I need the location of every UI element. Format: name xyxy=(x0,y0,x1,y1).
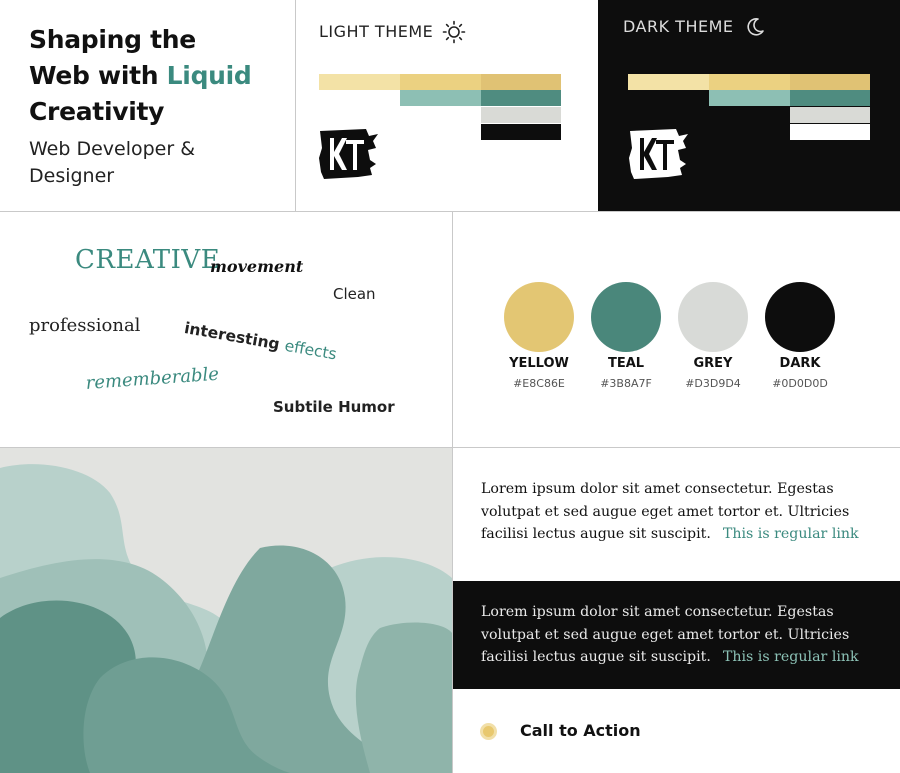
light-theme-label: LIGHT THEME xyxy=(319,22,434,41)
title-line-2-prefix: Web with xyxy=(29,61,167,90)
color-name: TEAL xyxy=(607,356,645,371)
regular-link[interactable]: This is regular link xyxy=(723,649,859,665)
keywords-panel: CREATIVE movement Clean professional int… xyxy=(0,212,452,447)
title-line-3: Creativity xyxy=(29,97,165,126)
text-sample-light: Lorem ipsum dolor sit amet consectetur. … xyxy=(453,448,900,581)
title-accent-word: Liquid xyxy=(166,61,252,90)
kt-logo xyxy=(629,129,688,179)
keyword-effects: effects xyxy=(283,336,339,364)
color-hex: #3B8A7F xyxy=(600,377,652,390)
subtitle-line-1: Web Developer & xyxy=(29,138,196,160)
text-sample-dark: Lorem ipsum dolor sit amet consectetur. … xyxy=(453,581,900,689)
white-swatch xyxy=(790,124,870,140)
color-name: GREY xyxy=(693,356,733,371)
keyword-interesting-text: interesting xyxy=(182,319,282,354)
color-hex: #E8C86E xyxy=(513,377,565,390)
grey-color-circle xyxy=(678,282,748,352)
cta-dot-icon[interactable] xyxy=(480,723,497,740)
color-hex: #D3D9D4 xyxy=(685,377,741,390)
keyword-clean: Clean xyxy=(333,285,376,303)
liquid-shapes-artwork xyxy=(0,448,452,773)
sun-icon xyxy=(442,20,466,44)
call-to-action-button[interactable]: Call to Action xyxy=(520,721,641,740)
teal-swatch-row xyxy=(709,90,870,106)
kt-logo xyxy=(319,129,378,179)
teal-swatch-row xyxy=(400,90,561,106)
dark-swatch xyxy=(481,124,561,140)
dark-color-circle xyxy=(765,282,835,352)
color-palette-panel: YELLOW TEAL GREY DARK #E8C86E #3B8A7F #D… xyxy=(453,212,900,447)
sample-paragraph: Lorem ipsum dolor sit amet consectetur. … xyxy=(481,601,881,669)
yellow-swatch-row xyxy=(319,74,561,90)
call-to-action-panel: Call to Action xyxy=(453,689,900,773)
color-name: DARK xyxy=(779,356,821,371)
dark-theme-label: DARK THEME xyxy=(623,17,734,36)
keyword-creative: CREATIVE xyxy=(75,245,221,275)
keyword-interesting: interesting effects xyxy=(183,319,338,364)
light-theme-panel: LIGHT THEME xyxy=(296,0,598,211)
keyword-subtile-humor: Subtile Humor xyxy=(273,398,395,416)
yellow-color-circle xyxy=(504,282,574,352)
regular-link[interactable]: This is regular link xyxy=(723,526,859,542)
color-name: YELLOW xyxy=(509,356,569,371)
keyword-professional: professional xyxy=(29,315,141,336)
yellow-swatch-row xyxy=(628,74,870,90)
liquid-shapes-illustration xyxy=(0,448,452,773)
page-subtitle: Web Developer & Designer xyxy=(29,136,195,190)
page-title: Shaping the Web with Liquid Creativity xyxy=(29,22,252,130)
grey-swatch xyxy=(481,107,561,123)
dark-theme-panel: DARK THEME xyxy=(598,0,900,211)
title-panel: Shaping the Web with Liquid Creativity W… xyxy=(0,0,295,211)
title-line-2: Web with Liquid xyxy=(29,58,252,94)
title-line-1: Shaping the xyxy=(29,25,196,54)
subtitle-line-2: Designer xyxy=(29,165,115,187)
grey-swatch xyxy=(790,107,870,123)
sample-paragraph: Lorem ipsum dolor sit amet consectetur. … xyxy=(481,478,881,546)
keyword-movement: movement xyxy=(210,257,304,276)
keyword-rememberable: rememberable xyxy=(85,363,220,394)
teal-color-circle xyxy=(591,282,661,352)
color-hex: #0D0D0D xyxy=(772,377,828,390)
moon-icon xyxy=(747,18,764,36)
